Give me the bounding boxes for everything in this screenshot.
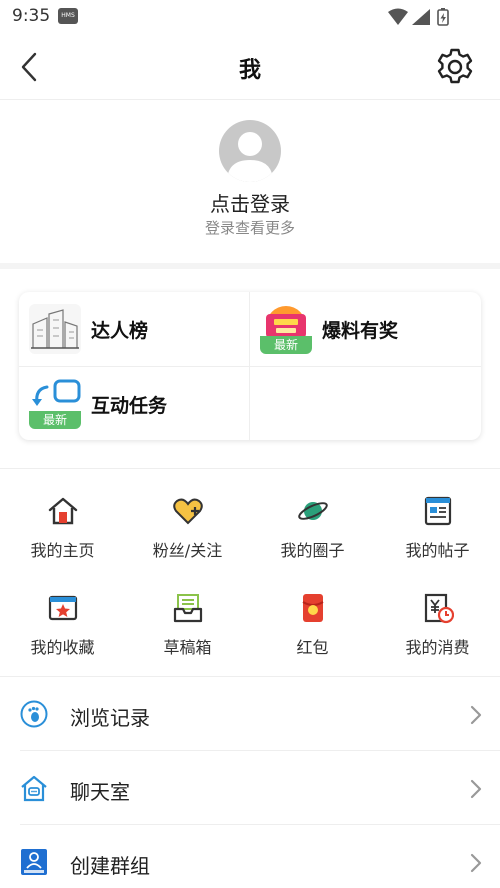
grid-label: 红包: [296, 638, 329, 657]
grid-drafts[interactable]: 草稿箱: [125, 592, 250, 672]
grid-my-posts[interactable]: 我的帖子: [375, 495, 500, 575]
grid-label: 我的帖子: [405, 541, 470, 560]
status-icons: [388, 8, 460, 30]
chevron-right-icon: [470, 853, 482, 873]
wifi-signal-battery-icon: [388, 8, 449, 26]
planet-icon: [298, 502, 328, 520]
grid-label: 我的主页: [30, 541, 95, 560]
new-badge: 最新: [29, 411, 81, 429]
grid-label: 我的圈子: [280, 541, 345, 560]
section-divider: [0, 468, 500, 469]
feature-label: 爆料有奖: [322, 320, 399, 342]
grid-label: 我的消费: [405, 638, 470, 657]
grid-my-homepage[interactable]: 我的主页: [0, 495, 125, 575]
grid-red-packet[interactable]: 红包: [250, 592, 375, 672]
grid-my-spending[interactable]: 我的消费: [375, 592, 500, 672]
list-label: 创建群组: [70, 854, 150, 878]
feature-interactive-task[interactable]: 最新 互动任务: [19, 367, 249, 441]
footprint-icon: [20, 700, 48, 728]
profile-section[interactable]: 点击登录 登录查看更多: [0, 100, 500, 263]
status-time: 9:35: [12, 6, 51, 26]
status-bar: 9:35 HMS: [0, 0, 500, 34]
grid-my-favorites[interactable]: 我的收藏: [0, 592, 125, 672]
list-label: 聊天室: [70, 780, 130, 804]
ranking-sketch-icon: [29, 304, 81, 354]
grid-label: 我的收藏: [30, 638, 95, 657]
feature-label: 互动任务: [91, 395, 168, 417]
heart-plus-icon: [173, 498, 203, 525]
create-group-icon: [21, 849, 47, 875]
settings-button[interactable]: [434, 46, 476, 88]
grid-fans-follow[interactable]: 粉丝/关注: [125, 495, 250, 575]
chat-house-icon: [21, 775, 47, 802]
post-doc-icon: [424, 496, 452, 526]
grid-my-circle[interactable]: 我的圈子: [250, 495, 375, 575]
feature-card: 达人榜 最新 爆料有奖 最新 互动任务: [19, 292, 481, 440]
draft-inbox-icon: [173, 594, 203, 623]
grid-label: 草稿箱: [163, 638, 212, 657]
list-item-chat-room[interactable]: 聊天室: [0, 751, 500, 825]
spending-clock-icon: [424, 593, 454, 624]
hms-badge: HMS: [58, 8, 78, 24]
list-label: 浏览记录: [70, 706, 150, 730]
feature-ranking[interactable]: 达人榜: [19, 292, 249, 366]
section-gap: [0, 263, 500, 269]
avatar[interactable]: [219, 120, 281, 182]
app-header: 我: [0, 34, 500, 100]
chevron-right-icon: [470, 779, 482, 799]
feature-report-reward[interactable]: 最新 爆料有奖: [250, 292, 480, 366]
red-packet-icon: [302, 594, 324, 622]
interactive-task-icon: 最新: [29, 379, 81, 429]
grid-label: 粉丝/关注: [152, 541, 223, 560]
star-window-icon: [48, 595, 78, 621]
list-item-browse-history[interactable]: 浏览记录: [0, 677, 500, 751]
home-icon: [48, 497, 78, 525]
feature-label: 达人榜: [91, 320, 149, 342]
page-title: 我: [238, 58, 261, 83]
login-link[interactable]: 点击登录: [0, 188, 500, 217]
default-avatar-icon: [227, 132, 273, 182]
report-reward-icon: 最新: [260, 304, 312, 354]
gear-icon: [437, 48, 473, 84]
list-item-create-group[interactable]: 创建群组: [0, 825, 500, 888]
chevron-right-icon: [470, 705, 482, 725]
new-badge: 最新: [260, 336, 312, 354]
login-subtitle: 登录查看更多: [204, 219, 295, 237]
